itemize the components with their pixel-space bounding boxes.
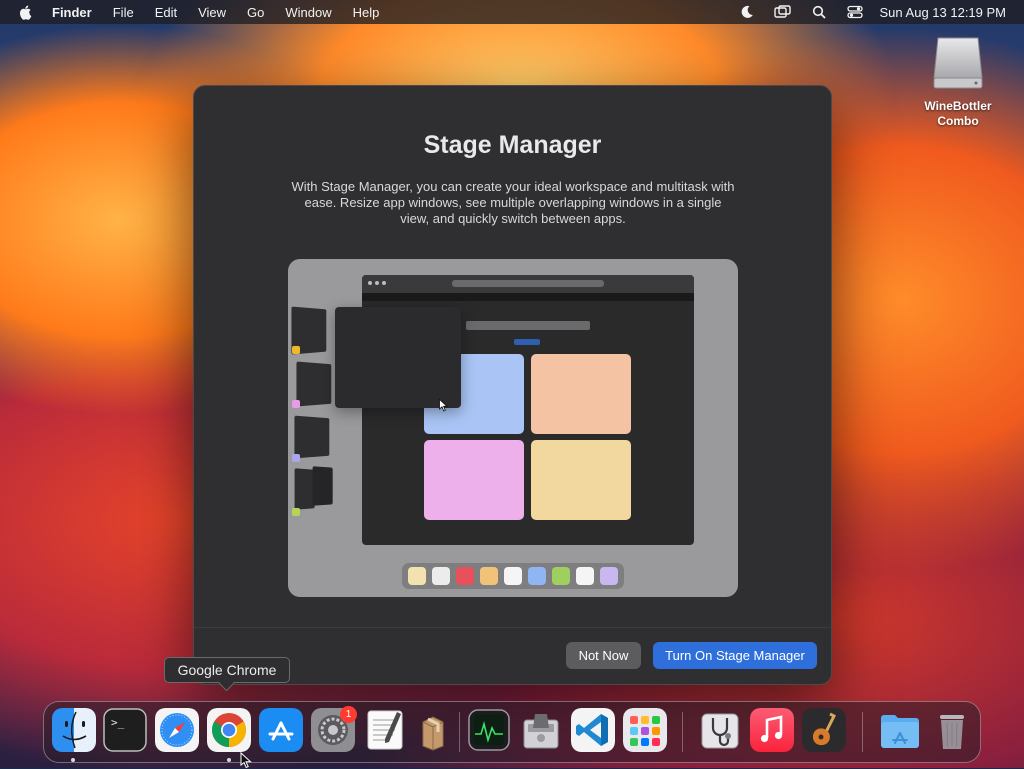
app-store-icon[interactable] (259, 708, 303, 752)
desktop-icon-winebottler[interactable]: WineBottler Combo (912, 34, 1004, 129)
color-tile (531, 440, 631, 520)
menu-file[interactable]: File (113, 5, 134, 20)
search-icon[interactable] (810, 4, 828, 20)
garageband-icon[interactable] (802, 708, 846, 752)
dock-separator (682, 712, 683, 752)
finder-icon[interactable] (52, 708, 96, 752)
color-tile (424, 440, 524, 520)
notification-badge: 1 (340, 706, 357, 723)
menu-bar: Finder File Edit View Go Window Help Sun… (0, 0, 1024, 24)
running-indicator (227, 758, 231, 762)
stethoscope-icon[interactable] (698, 708, 742, 752)
control-center-icon[interactable] (846, 4, 864, 20)
removable-drive-icon (933, 37, 983, 89)
window-controls-icon (368, 281, 386, 285)
pointer-cursor-icon (439, 399, 448, 412)
desktop-icon-label-line1: WineBottler (924, 99, 992, 113)
stage-thumbnail (294, 415, 330, 459)
screen-mirroring-icon[interactable] (773, 4, 792, 20)
applications-folder-icon[interactable] (878, 708, 922, 752)
dock: >_ 1 (43, 701, 981, 763)
trash-icon[interactable] (930, 708, 974, 752)
illustration-mini-dock (402, 563, 624, 589)
moon-icon[interactable] (738, 4, 756, 20)
mini-dock-app (576, 567, 594, 585)
terminal-icon[interactable]: >_ (103, 708, 147, 752)
mini-dock-app (528, 567, 546, 585)
not-now-button[interactable]: Not Now (566, 642, 641, 669)
window-toolbar (362, 293, 694, 301)
window-accent-placeholder (514, 339, 540, 345)
archive-utility-icon[interactable] (411, 708, 455, 752)
dock-tooltip: Google Chrome (164, 657, 290, 692)
mini-dock-app (408, 567, 426, 585)
window-headline-placeholder (466, 321, 590, 330)
running-indicator (71, 758, 75, 762)
textedit-icon[interactable] (363, 708, 407, 752)
turn-on-stage-manager-button[interactable]: Turn On Stage Manager (653, 642, 817, 669)
disk-utility-icon[interactable] (519, 708, 563, 752)
menu-go[interactable]: Go (247, 5, 264, 20)
mini-dock-app (504, 567, 522, 585)
stage-app-dot (292, 454, 300, 462)
visual-studio-code-icon[interactable] (571, 708, 615, 752)
menu-help[interactable]: Help (353, 5, 380, 20)
music-icon[interactable] (750, 708, 794, 752)
safari-icon[interactable] (155, 708, 199, 752)
menu-view[interactable]: View (198, 5, 226, 20)
stage-manager-dialog: Stage Manager With Stage Manager, you ca… (193, 85, 832, 685)
menu-clock[interactable]: Sun Aug 13 12:19 PM (880, 5, 1006, 20)
mini-dock-app (456, 567, 474, 585)
activity-monitor-icon[interactable] (467, 708, 511, 752)
stage-thumbnail (296, 361, 332, 407)
mini-dock-app (480, 567, 498, 585)
google-chrome-icon[interactable] (207, 708, 251, 752)
svg-text:>_: >_ (111, 716, 125, 729)
mini-dock-app (552, 567, 570, 585)
stage-app-dot (292, 508, 300, 516)
apple-menu-icon[interactable] (18, 4, 34, 20)
color-tile (531, 354, 631, 434)
stage-manager-illustration (288, 259, 738, 597)
dock-separator (459, 712, 460, 752)
mini-dock-app (432, 567, 450, 585)
illustration-overlapping-window (335, 307, 461, 412)
dialog-divider (194, 627, 831, 628)
dock-separator (862, 712, 863, 752)
mini-dock-app (600, 567, 618, 585)
mouse-pointer-icon (240, 752, 252, 769)
stage-thumbnail (312, 466, 333, 506)
menu-edit[interactable]: Edit (155, 5, 177, 20)
window-url-bar (452, 280, 604, 287)
dialog-description: With Stage Manager, you can create your … (291, 179, 735, 226)
stage-app-dot (292, 400, 300, 408)
launchpad-icon[interactable] (623, 708, 667, 752)
stage-app-dot (292, 346, 300, 354)
desktop-icon-label-line2: Combo (937, 114, 979, 128)
menu-window[interactable]: Window (285, 5, 331, 20)
dialog-title: Stage Manager (423, 131, 602, 159)
menu-app-finder[interactable]: Finder (52, 5, 92, 20)
